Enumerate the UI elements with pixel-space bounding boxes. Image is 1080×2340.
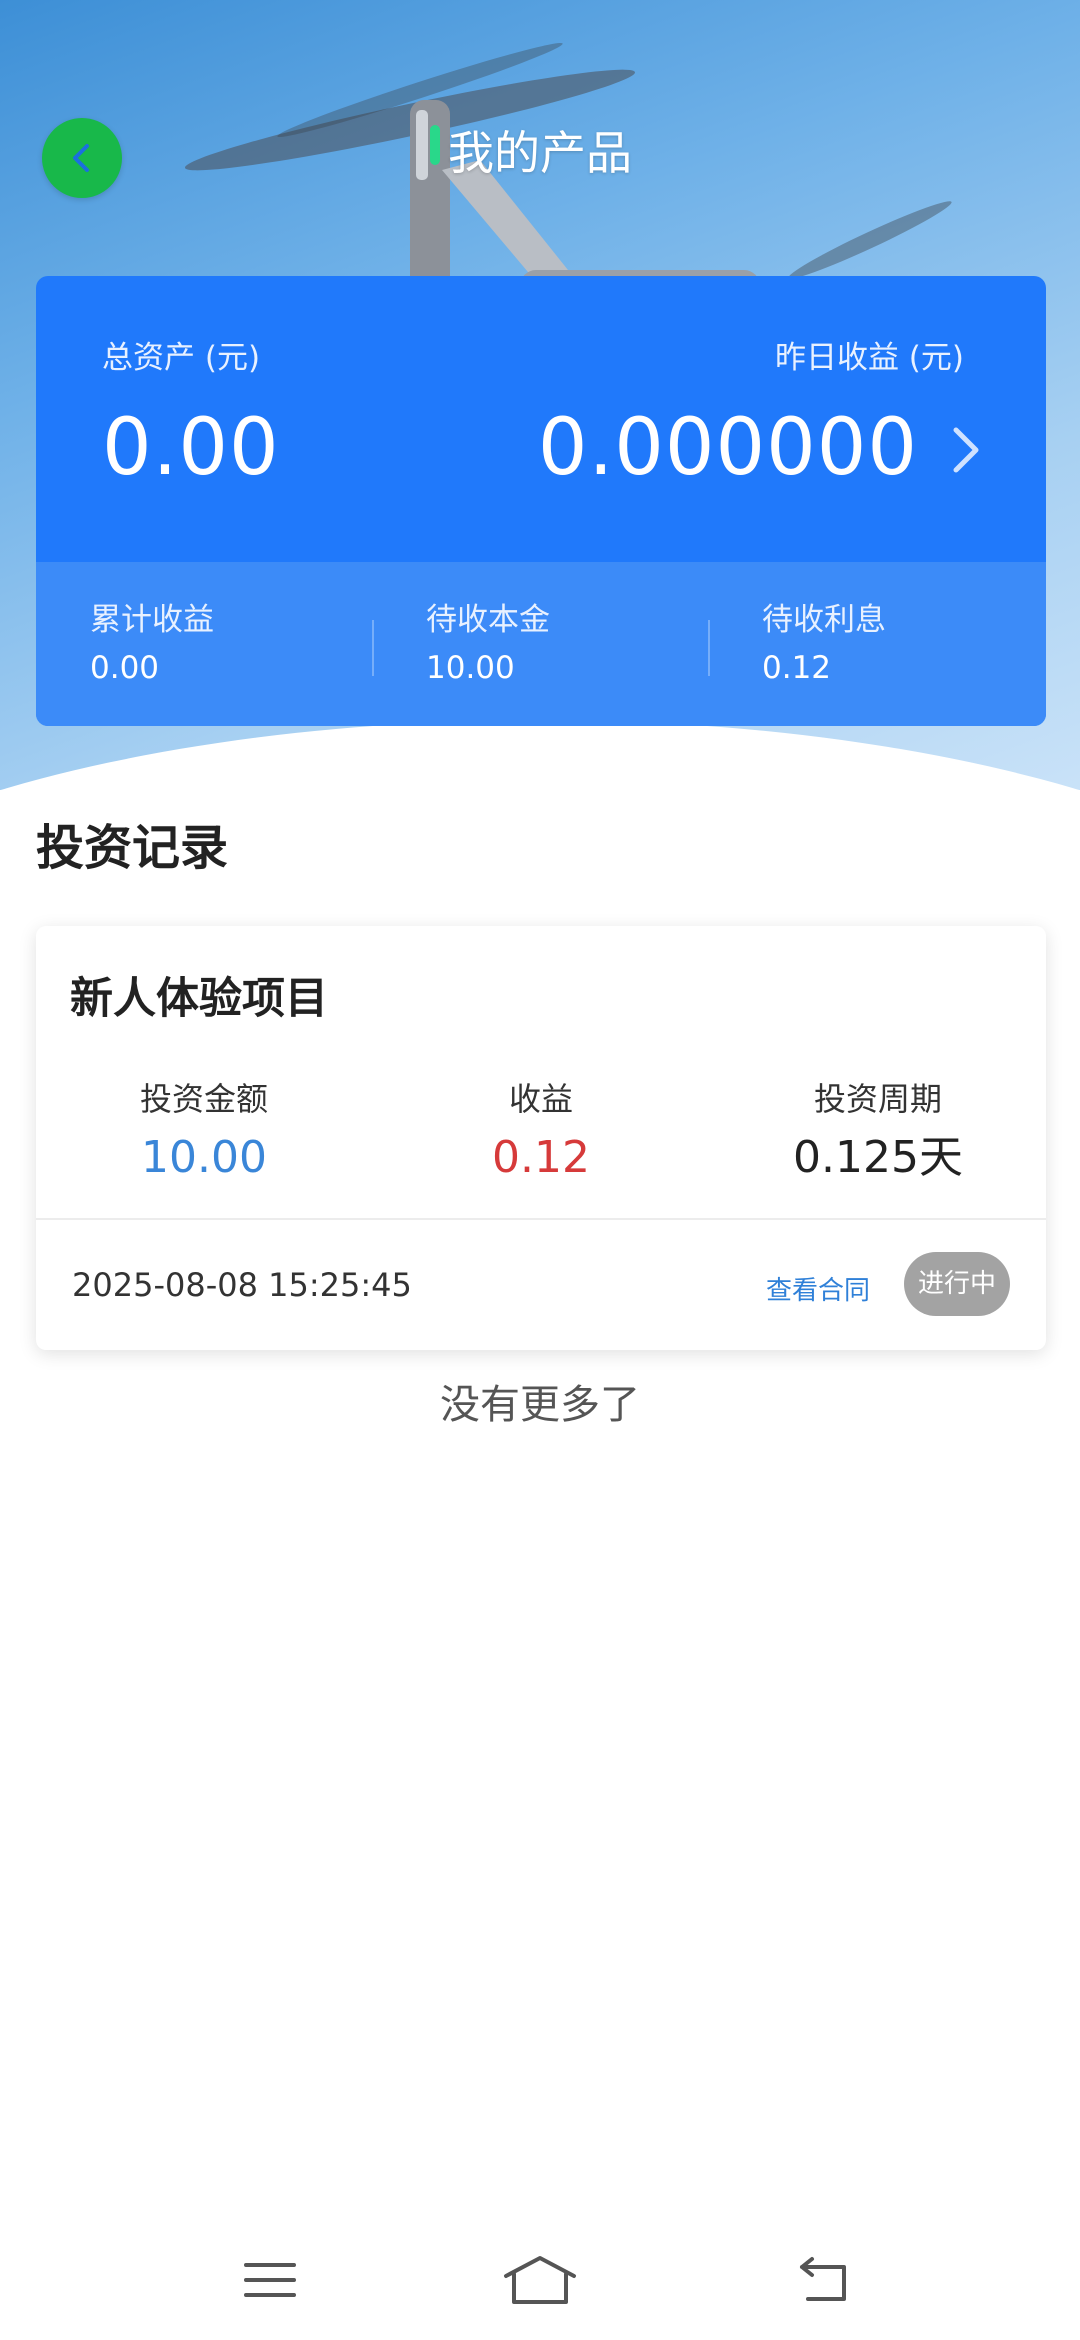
stat-label: 待收利息 (762, 602, 886, 638)
record-timestamp: 2025-08-08 15:25:45 (72, 1266, 412, 1304)
status-badge: 进行中 (904, 1252, 1010, 1316)
income-column: 收益 0.12 (373, 1076, 709, 1190)
my-products-page: 我的产品 总资产 (元) 昨日收益 (元) 0.00 0.000000 累计收益… (0, 0, 1080, 2340)
period-value: 0.125天 (793, 1132, 963, 1183)
period-column: 投资周期 0.125天 (710, 1076, 1046, 1190)
amount-label: 投资金额 (139, 1080, 268, 1118)
no-more-text: 没有更多了 (440, 1382, 640, 1428)
amount-column: 投资金额 10.00 (36, 1076, 372, 1190)
stat-value: 10.00 (426, 650, 515, 686)
amount-value: 10.00 (141, 1132, 267, 1183)
stat-cumulative-income: 累计收益 0.00 (36, 562, 372, 726)
project-name: 新人体验项目 (70, 974, 328, 1024)
menu-icon (244, 2263, 296, 2297)
asset-stats-row: 累计收益 0.00 待收本金 10.00 待收利息 0.12 (36, 562, 1046, 726)
home-icon (504, 2256, 576, 2304)
income-value: 0.12 (492, 1132, 590, 1183)
stat-pending-principal: 待收本金 10.00 (372, 562, 708, 726)
investment-record-card[interactable]: 新人体验项目 投资金额 10.00 收益 0.12 投资周期 0.125天 20… (36, 926, 1046, 1350)
hero-curve (0, 720, 1080, 790)
divider (36, 1218, 1046, 1220)
total-assets-value: 0.00 (102, 403, 280, 493)
income-label: 收益 (508, 1080, 573, 1118)
nav-back-button[interactable] (784, 2240, 864, 2320)
stat-value: 0.00 (90, 650, 160, 686)
page-title: 我的产品 (448, 126, 632, 180)
system-navigation-bar (0, 2220, 1080, 2340)
total-assets-label: 总资产 (元) (102, 340, 261, 376)
asset-summary-card: 总资产 (元) 昨日收益 (元) 0.00 0.000000 累计收益 0.00… (36, 276, 1046, 726)
back-arrow-icon (800, 2257, 846, 2301)
stat-label: 累计收益 (90, 602, 214, 638)
stat-value: 0.12 (762, 650, 832, 686)
nav-menu-button[interactable] (230, 2240, 310, 2320)
view-contract-link[interactable]: 查看合同 (766, 1270, 870, 1307)
chevron-right-icon[interactable] (946, 420, 986, 480)
yesterday-income-value[interactable]: 0.000000 (538, 398, 918, 498)
section-title: 投资记录 (36, 820, 229, 876)
nav-home-button[interactable] (500, 2240, 580, 2320)
period-label: 投资周期 (813, 1080, 942, 1118)
yesterday-income-label: 昨日收益 (元) (774, 340, 964, 376)
stat-pending-interest: 待收利息 0.12 (708, 562, 1044, 726)
stat-label: 待收本金 (426, 602, 550, 638)
